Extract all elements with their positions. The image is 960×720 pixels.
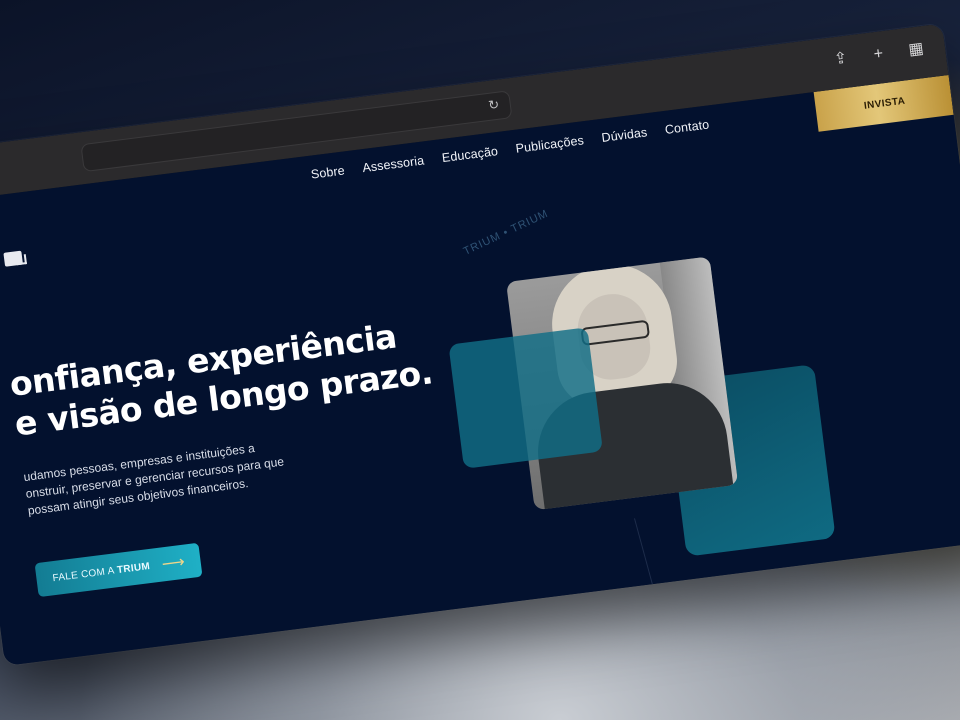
hero-subtitle: udamos pessoas, empresas e instituições … [23,432,327,520]
arrow-right-icon: ⟶ [160,553,187,574]
nav-item-publicacoes[interactable]: Publicações [515,133,585,155]
nav-item-sobre[interactable]: Sobre [310,164,345,182]
nav-item-educacao[interactable]: Educação [441,144,499,165]
fale-com-a-trium-button[interactable]: FALE COM A TRIUM ⟶ [34,542,203,598]
toolbar-icons: ⇪ + ▦ [831,40,927,70]
site-logo[interactable] [3,250,24,267]
cta-brand: TRIUM [116,560,151,576]
plus-icon[interactable]: + [868,45,888,65]
teal-decor-front [448,327,603,469]
cta-label: FALE COM A TRIUM [52,561,151,584]
nav-item-contato[interactable]: Contato [664,117,710,136]
nav-item-assessoria[interactable]: Assessoria [362,153,425,175]
scene: ↻ ⇪ + ▦ Sobre Assessoria Educação Public… [0,0,960,720]
nav-item-duvidas[interactable]: Dúvidas [601,125,648,145]
trium-ring-text: TRIUM • TRIUM [461,207,551,258]
divider-line [634,518,664,625]
browser-window: ↻ ⇪ + ▦ Sobre Assessoria Educação Public… [0,23,960,666]
share-icon[interactable]: ⇪ [831,49,851,69]
cta-prefix: FALE COM A [51,565,115,584]
reload-icon[interactable]: ↻ [485,96,503,114]
hero-title: onfiança, experiência e visão de longo p… [8,313,435,445]
tabs-grid-icon[interactable]: ▦ [906,40,926,60]
